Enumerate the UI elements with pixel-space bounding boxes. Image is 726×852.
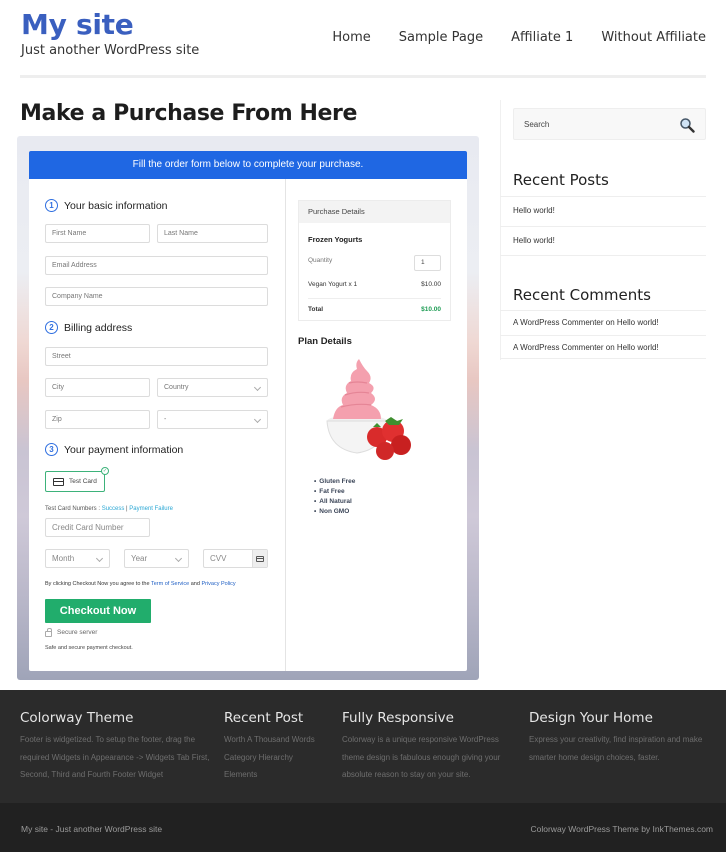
order-form: Fill the order form below to complete yo… (29, 151, 467, 671)
safe-checkout-text: Safe and secure payment checkout. (45, 645, 133, 651)
purchase-details: Purchase Details Frozen Yogurts Quantity… (298, 200, 451, 321)
nav-home[interactable]: Home (332, 30, 370, 45)
footer-post-link[interactable]: Category Hierarchy (224, 749, 334, 767)
site-title[interactable]: My site (21, 8, 134, 41)
line-item-amount: $10.00 (421, 281, 441, 288)
terms-prefix: By clicking Checkout Now you agree to th… (45, 581, 151, 587)
payment-method-label: Test Card (69, 478, 97, 485)
quantity-input[interactable]: 1 (414, 255, 441, 271)
privacy-policy-link[interactable]: Privacy Policy (201, 581, 235, 587)
footer-widgets: Colorway Theme Footer is widgetized. To … (0, 690, 726, 803)
search-input[interactable]: Search (513, 108, 706, 140)
test-card-option[interactable]: Test Card ✓ (45, 467, 109, 492)
recent-comments-title: Recent Comments (513, 286, 651, 304)
footer-col-title: Recent Post (224, 710, 304, 726)
step-payment: 3 Your payment information (45, 443, 183, 456)
cvv-placeholder: CVV (210, 554, 227, 563)
footer-col-text: Express your creativity, find inspiratio… (529, 735, 703, 762)
terms-text: By clicking Checkout Now you agree to th… (45, 581, 236, 587)
cvv-card-icon (252, 550, 267, 567)
step-basic-info: 1 Your basic information (45, 199, 168, 212)
step-number: 2 (45, 321, 58, 334)
search-icon[interactable] (679, 117, 695, 133)
card-number-input[interactable]: Credit Card Number (45, 518, 150, 537)
search-placeholder: Search (524, 120, 550, 129)
secure-server: Secure server (45, 628, 97, 637)
footer-bottom: My site - Just another WordPress site Co… (0, 803, 726, 852)
footer-col-recent-post: Recent Post Worth A Thousand Words Categ… (224, 710, 334, 784)
feature-item: All Natural (314, 497, 355, 507)
year-select[interactable]: Year (124, 549, 189, 568)
country-select[interactable]: Country (157, 378, 268, 397)
company-input[interactable]: Company Name (45, 287, 268, 306)
nav-affiliate-1[interactable]: Affiliate 1 (511, 30, 573, 45)
step-label: Billing address (64, 321, 133, 334)
month-select[interactable]: Month (45, 549, 110, 568)
checkout-now-button[interactable]: Checkout Now (45, 599, 151, 623)
terms-of-service-link[interactable]: Term of Service (151, 581, 189, 587)
recent-comment-link[interactable]: A WordPress Commenter on Hello world! (500, 310, 706, 335)
email-input[interactable]: Email Address (45, 256, 268, 275)
plan-details-title: Plan Details (298, 336, 352, 347)
site-header: My site Just another WordPress site Home… (0, 0, 726, 90)
footer-theme-credit[interactable]: Colorway WordPress Theme by InkThemes.co… (531, 824, 714, 834)
zip-input[interactable]: Zip (45, 410, 150, 429)
last-name-input[interactable]: Last Name (157, 224, 268, 243)
payment-failure-link[interactable]: Payment Failure (129, 506, 173, 512)
step-label: Your basic information (64, 199, 168, 212)
secure-server-label: Secure server (57, 629, 98, 636)
step-label: Your payment information (64, 443, 184, 456)
nav-sample-page[interactable]: Sample Page (399, 30, 483, 45)
line-item-label: Vegan Yogurt x 1 (308, 281, 358, 288)
footer-col-title: Fully Responsive (342, 710, 454, 726)
success-link[interactable]: Success (102, 506, 125, 512)
column-divider (285, 179, 286, 671)
purchase-details-heading: Purchase Details (299, 201, 450, 223)
test-numbers-label: Test Card Numbers : (45, 506, 102, 512)
lock-icon (45, 628, 52, 637)
footer-site-credit[interactable]: My site - Just another WordPress site (21, 824, 162, 834)
step-number: 3 (45, 443, 58, 456)
recent-posts-title: Recent Posts (513, 171, 609, 189)
credit-card-icon (53, 477, 64, 486)
main-nav: Home Sample Page Affiliate 1 Without Aff… (304, 30, 706, 45)
feature-item: Gluten Free (314, 477, 355, 487)
footer-col-title: Colorway Theme (20, 710, 134, 726)
frozen-yogurt-image (326, 359, 411, 460)
form-banner: Fill the order form below to complete yo… (29, 151, 467, 179)
recent-post-link[interactable]: Hello world! (500, 226, 706, 256)
footer-col-responsive: Fully Responsive Colorway is a unique re… (342, 710, 517, 784)
check-icon: ✓ (101, 467, 109, 475)
step-billing: 2 Billing address (45, 321, 132, 334)
cvv-input[interactable]: CVV (203, 549, 268, 568)
total-amount: $10.00 (421, 306, 441, 313)
state-select[interactable]: - (157, 410, 268, 429)
feature-item: Non GMO (314, 507, 355, 517)
footer-col-text: Colorway is a unique responsive WordPres… (342, 735, 501, 779)
recent-post-link[interactable]: Hello world! (500, 196, 706, 226)
test-card-numbers: Test Card Numbers : Success | Payment Fa… (45, 506, 173, 512)
details-divider (308, 298, 441, 299)
footer-post-link[interactable]: Worth A Thousand Words (224, 731, 334, 749)
total-label: Total (308, 306, 324, 313)
plan-features: Gluten Free Fat Free All Natural Non GMO (314, 477, 355, 517)
city-input[interactable]: City (45, 378, 150, 397)
nav-without-affiliate[interactable]: Without Affiliate (601, 30, 706, 45)
site-tagline: Just another WordPress site (21, 43, 200, 58)
footer-col-text: Footer is widgetized. To setup the foote… (20, 735, 210, 779)
first-name-input[interactable]: First Name (45, 224, 150, 243)
street-input[interactable]: Street (45, 347, 268, 366)
terms-and: and (189, 581, 202, 587)
footer-col-title: Design Your Home (529, 710, 653, 726)
recent-comment-link[interactable]: A WordPress Commenter on Hello world! (500, 335, 706, 359)
product-name: Frozen Yogurts (308, 235, 363, 244)
feature-item: Fat Free (314, 487, 355, 497)
step-number: 1 (45, 199, 58, 212)
page-title: Make a Purchase From Here (20, 101, 357, 126)
header-divider (20, 75, 706, 78)
footer-col-colorway: Colorway Theme Footer is widgetized. To … (20, 710, 215, 784)
quantity-label: Quantity (308, 257, 333, 264)
footer-col-design: Design Your Home Express your creativity… (529, 710, 721, 766)
footer-post-link[interactable]: Elements (224, 766, 334, 784)
